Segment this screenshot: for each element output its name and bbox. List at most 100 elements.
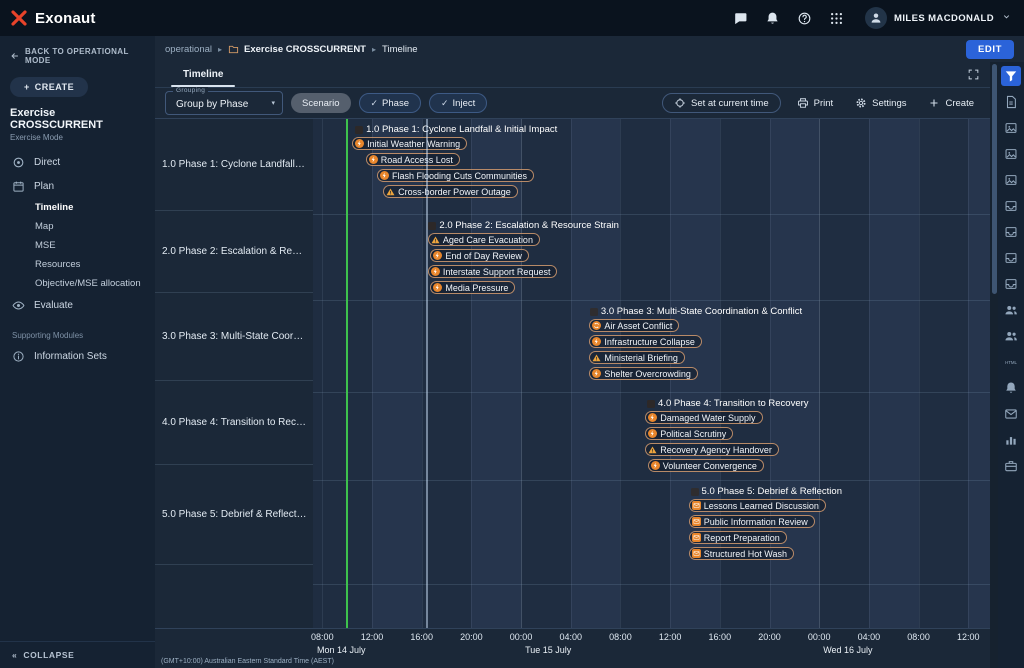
rail-mail-icon[interactable]	[1001, 404, 1021, 424]
inject-chip-infrastructure-collapse[interactable]: Infrastructure Collapse	[589, 335, 702, 348]
timeline-chart: 1.0 Phase 1: Cyclone Landfall & Initial …	[155, 118, 990, 628]
inject-chip-volunteer-convergence[interactable]: Volunteer Convergence	[648, 459, 764, 472]
breadcrumb-root[interactable]: operational	[165, 44, 212, 55]
rail-chart-icon[interactable]	[1001, 430, 1021, 450]
inject-chip-damaged-water-supply[interactable]: Damaged Water Supply	[645, 411, 762, 424]
sidebar-item-mse[interactable]: MSE	[0, 236, 155, 255]
user-menu[interactable]: MILES MACDONALD	[865, 7, 1012, 29]
rail-briefcase-icon[interactable]	[1001, 456, 1021, 476]
sidebar-item-information-sets[interactable]: Information Sets	[0, 344, 155, 368]
sidebar-item-direct[interactable]: Direct	[0, 150, 155, 174]
rail-html-icon[interactable]: HTML	[1001, 352, 1021, 372]
sidebar-item-plan[interactable]: Plan	[0, 174, 155, 198]
grouping-select[interactable]: Grouping Group by Phase ▾	[165, 91, 283, 115]
sidebar-item-evaluate[interactable]: Evaluate	[0, 293, 155, 317]
filter-chip-inject[interactable]: ✓Inject	[429, 93, 487, 113]
app-root: Exonaut MILES MACDONALD BACK TO OPERATIO…	[0, 0, 1024, 668]
rail-image-icon[interactable]	[1001, 170, 1021, 190]
inject-chip-structured-hot-wash[interactable]: Structured Hot Wash	[689, 547, 794, 560]
bolt-icon	[651, 461, 660, 470]
inject-chip-ministerial-briefing[interactable]: Ministerial Briefing	[589, 351, 685, 364]
rail-users-icon[interactable]	[1001, 300, 1021, 320]
body: BACK TO OPERATIONAL MODE + CREATE Exerci…	[0, 36, 1024, 668]
axis-day-label: Wed 16 July	[823, 645, 872, 655]
crosshair-icon	[674, 97, 686, 109]
inject-chip-flash-flooding-cuts-communities[interactable]: Flash Flooding Cuts Communities	[377, 169, 534, 182]
print-button[interactable]: Print	[791, 94, 840, 112]
mail-icon	[692, 533, 701, 542]
arrow-left-icon	[10, 51, 20, 61]
inject-chip-recovery-agency-handover[interactable]: Recovery Agency Handover	[645, 443, 779, 456]
inject-chip-cross-border-power-outage[interactable]: Cross-border Power Outage	[383, 185, 518, 198]
inject-chip-initial-weather-warning[interactable]: Initial Weather Warning	[352, 137, 467, 150]
inject-chip-political-scrutiny[interactable]: Political Scrutiny	[645, 427, 733, 440]
sidebar-item-label: Direct	[34, 157, 60, 168]
rail-image-icon[interactable]	[1001, 118, 1021, 138]
help-icon[interactable]	[797, 11, 812, 26]
inject-chip-air-asset-conflict[interactable]: Air Asset Conflict	[589, 319, 679, 332]
exercise-mode: Exercise Mode	[10, 133, 145, 142]
filter-chip-phase[interactable]: ✓Phase	[359, 93, 421, 113]
set-at-current-time-button[interactable]: Set at current time	[662, 93, 781, 113]
inject-chip-report-preparation[interactable]: Report Preparation	[689, 531, 787, 544]
svg-text:HTML: HTML	[1005, 360, 1017, 365]
breadcrumb-exercise[interactable]: Exercise CROSSCURRENT	[228, 44, 366, 55]
edit-button[interactable]: EDIT	[966, 40, 1014, 59]
collapse-button[interactable]: « COLLAPSE	[0, 641, 155, 668]
bolt-icon	[355, 139, 364, 148]
bolt-icon	[431, 267, 440, 276]
sidebar-item-timeline[interactable]: Timeline	[0, 198, 155, 217]
brand[interactable]: Exonaut	[10, 9, 96, 27]
phase-icon	[590, 308, 598, 316]
breadcrumb-separator-icon: ▸	[218, 45, 222, 54]
phase-bar-label: 5.0 Phase 5: Debrief & Reflection	[691, 485, 842, 498]
rail-bell-icon[interactable]	[1001, 378, 1021, 398]
inject-chip-lessons-learned-discussion[interactable]: Lessons Learned Discussion	[689, 499, 826, 512]
fullscreen-icon[interactable]	[967, 68, 980, 81]
phase-row: 4.0 Phase 4: Transition to RecoveryDamag…	[313, 397, 990, 481]
rail-tray-icon[interactable]	[1001, 222, 1021, 242]
breadcrumb-page[interactable]: Timeline	[382, 44, 418, 55]
rail-tray-icon[interactable]	[1001, 274, 1021, 294]
rail-document-icon[interactable]	[1001, 92, 1021, 112]
content-column: Timeline Grouping Group by Phase ▾ Scena…	[155, 62, 990, 668]
rail-funnel-icon[interactable]	[1001, 66, 1021, 86]
tab-timeline[interactable]: Timeline	[165, 62, 241, 87]
rail-image-icon[interactable]	[1001, 144, 1021, 164]
sidebar-item-map[interactable]: Map	[0, 217, 155, 236]
back-to-operational-mode-link[interactable]: BACK TO OPERATIONAL MODE	[0, 36, 155, 67]
inject-chip-road-access-lost[interactable]: Road Access Lost	[366, 153, 460, 166]
button-label: Settings	[872, 98, 906, 109]
check-icon: ✓	[371, 98, 379, 109]
inject-chip-interstate-support-request[interactable]: Interstate Support Request	[428, 265, 558, 278]
sidebar-item-objective-mse-allocation[interactable]: Objective/MSE allocation	[0, 274, 155, 293]
axis-tick: 16:00	[410, 632, 433, 642]
axis-tick: 12:00	[957, 632, 980, 642]
settings-button[interactable]: Settings	[849, 94, 912, 112]
create-button[interactable]: + CREATE	[10, 77, 88, 97]
inject-chip-shelter-overcrowding[interactable]: Shelter Overcrowding	[589, 367, 698, 380]
rail-users-icon[interactable]	[1001, 326, 1021, 346]
phase-icon	[355, 126, 363, 134]
inject-chip-public-information-review[interactable]: Public Information Review	[689, 515, 815, 528]
filter-chip-scenario[interactable]: Scenario	[291, 93, 351, 113]
bell-icon[interactable]	[765, 11, 780, 26]
rail-tray-icon[interactable]	[1001, 196, 1021, 216]
warning-icon	[592, 353, 601, 362]
axis-tick: 00:00	[808, 632, 831, 642]
sidebar-item-resources[interactable]: Resources	[0, 255, 155, 274]
row-label-phase-4: 4.0 Phase 4: Transition to Recovery	[155, 381, 313, 465]
chat-icon[interactable]	[733, 11, 748, 26]
axis-tick: 12:00	[361, 632, 384, 642]
inject-chip-aged-care-evacuation[interactable]: Aged Care Evacuation	[428, 233, 540, 246]
vertical-scrollbar[interactable]	[990, 62, 998, 668]
bolt-icon	[592, 369, 601, 378]
create-button[interactable]: Create	[922, 94, 980, 112]
rail-tray-icon[interactable]	[1001, 248, 1021, 268]
inject-chip-media-pressure[interactable]: Media Pressure	[430, 281, 515, 294]
inject-chip-end-of-day-review[interactable]: End of Day Review	[430, 249, 529, 262]
axis-tick: 12:00	[659, 632, 682, 642]
apps-icon[interactable]	[829, 11, 844, 26]
scrollbar-thumb[interactable]	[992, 64, 997, 294]
target-icon	[12, 156, 25, 169]
